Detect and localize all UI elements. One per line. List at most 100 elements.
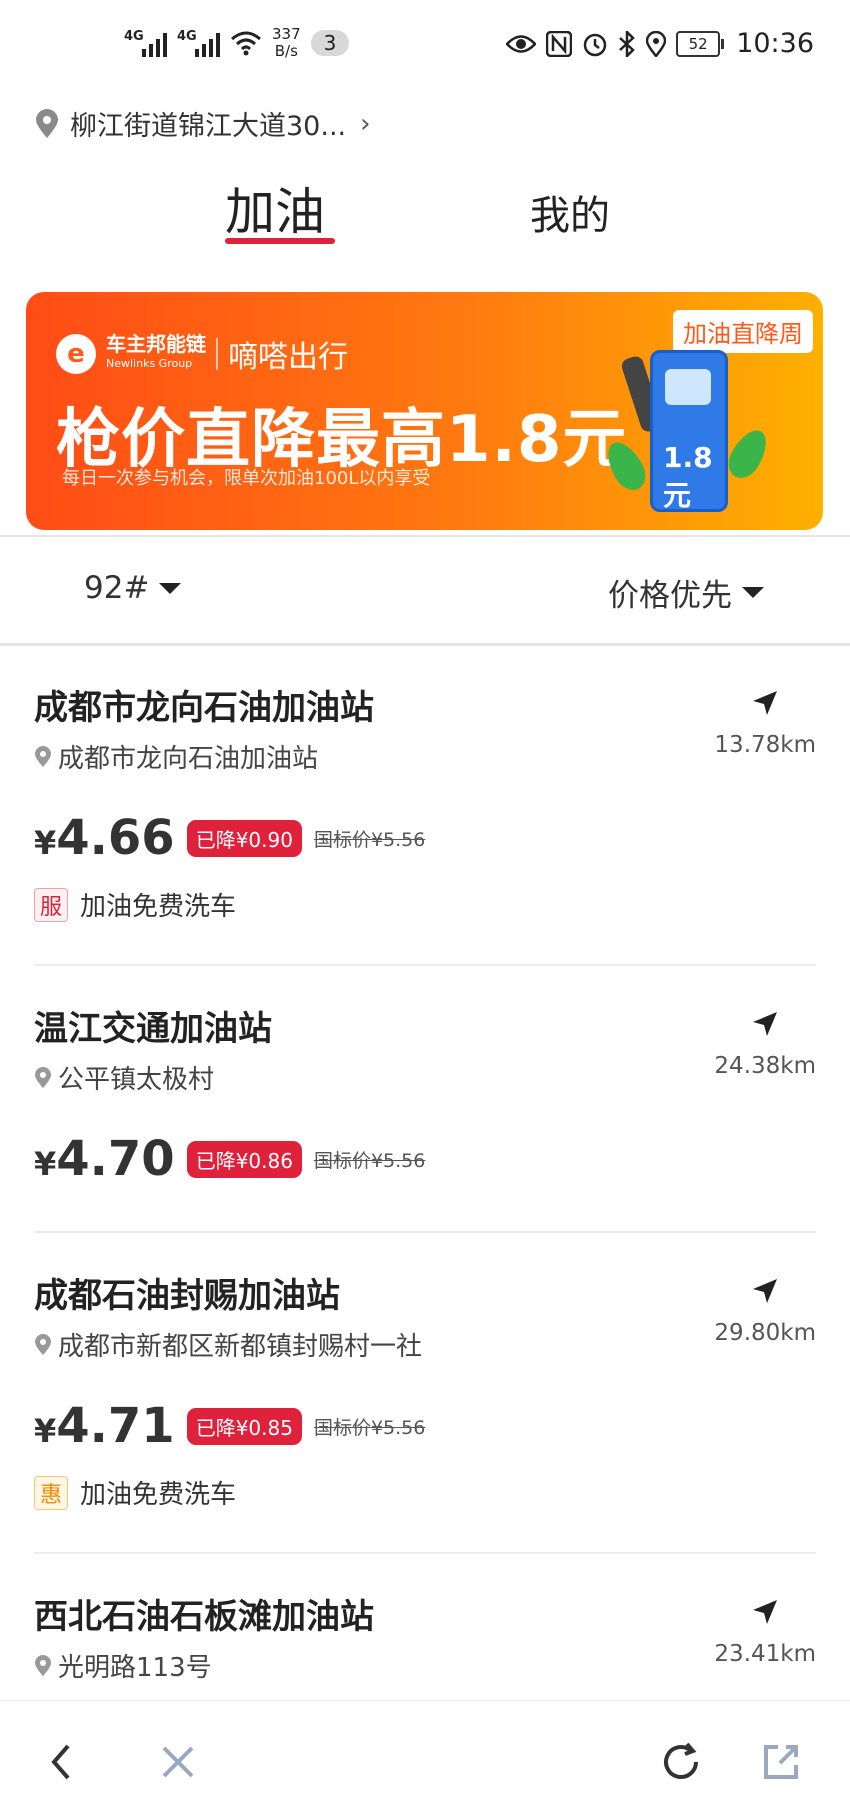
address-text: 成都市龙向石油加油站 (58, 744, 319, 774)
standard-price: 国标价¥5.56 (313, 1416, 426, 1439)
network-type: 4G (124, 29, 144, 44)
divider (0, 643, 850, 646)
caret-down-icon (742, 587, 764, 598)
sort-label: 价格优先 (608, 578, 732, 614)
station-perk: 服 加油免费洗车 (34, 886, 236, 923)
price-value: 4.66 (56, 810, 175, 866)
perk-text: 加油免费洗车 (80, 892, 237, 922)
navigation-arrow-icon[interactable] (750, 1009, 780, 1039)
tab-fuel[interactable]: 加油 (225, 172, 325, 244)
station-name: 温江交通加油站 (34, 1009, 272, 1049)
location-icon (646, 30, 667, 57)
close-icon (162, 1746, 194, 1778)
discount-badge: 已降¥0.90 (186, 819, 302, 857)
share-button[interactable] (756, 1737, 806, 1787)
nfc-icon (546, 30, 573, 57)
status-left: 4G 4G 337 B/s 3 (124, 25, 350, 60)
station-price: ¥4.66 (34, 810, 175, 866)
location-pin-icon (36, 108, 58, 138)
address-pin-icon (35, 1333, 51, 1355)
clock: 10:36 (736, 28, 814, 59)
standard-price: 国标价¥5.56 (313, 828, 426, 851)
sort-filter[interactable]: 价格优先 (608, 570, 764, 615)
network-type-2: 4G (177, 29, 197, 44)
active-tab-indicator (225, 238, 335, 244)
service-badge: 服 (34, 887, 68, 922)
brand-logo: e (56, 334, 96, 374)
fuel-type-filter[interactable]: 92# (84, 570, 182, 606)
price-row: ¥4.70 已降¥0.86 国标价¥5.56 (34, 1131, 425, 1187)
banner-tag: 加油直降周 (673, 310, 813, 353)
station-card[interactable]: 温江交通加油站 公平镇太极村 24.38km ¥4.70 已降¥0.86 国标价… (34, 1001, 816, 1211)
fuel-type-label: 92# (84, 570, 150, 606)
wifi-icon (231, 31, 261, 56)
station-name: 成都石油封赐加油站 (34, 1276, 340, 1316)
promo-banner[interactable]: e 车主邦能链 Newlinks Group 嘀嗒出行 枪价直降最高1.8元 每… (26, 292, 823, 530)
discount-perk-badge: 惠 (34, 1475, 68, 1510)
station-name: 西北石油石板滩加油站 (34, 1597, 374, 1637)
back-button[interactable] (36, 1737, 86, 1787)
navigation-arrow-icon[interactable] (750, 1276, 780, 1306)
speed-value: 337 (272, 25, 301, 43)
status-bar: 4G 4G 337 B/s 3 52 10:36 (0, 0, 850, 96)
address-text: 成都市新都区新都镇封赐村一社 (58, 1332, 423, 1362)
station-card[interactable]: 成都石油封赐加油站 成都市新都区新都镇封赐村一社 29.80km ¥4.71 已… (34, 1268, 816, 1538)
browser-bottom-bar (0, 1700, 850, 1819)
station-address: 光明路113号 (34, 1647, 212, 1684)
currency-symbol: ¥ (34, 824, 57, 862)
station-distance: 13.78km (714, 732, 816, 758)
currency-symbol: ¥ (34, 1412, 57, 1450)
signal-icon: 4G (124, 29, 167, 57)
divider (34, 964, 816, 966)
chevron-left-icon (51, 1744, 70, 1780)
address-pin-icon (35, 1066, 51, 1088)
station-address: 公平镇太极村 (34, 1059, 214, 1096)
refresh-icon (664, 1742, 698, 1779)
close-button[interactable] (153, 1737, 203, 1787)
divider (34, 1231, 816, 1233)
discount-badge: 已降¥0.86 (186, 1140, 302, 1178)
station-price: ¥4.70 (34, 1131, 175, 1187)
banner-brand: e 车主邦能链 Newlinks Group 嘀嗒出行 (56, 332, 348, 376)
station-card[interactable]: 西北石油石板滩加油站 光明路113号 23.41km (34, 1589, 816, 1689)
address-pin-icon (35, 745, 51, 767)
partner-name: 嘀嗒出行 (228, 340, 348, 375)
perk-text: 加油免费洗车 (80, 1480, 237, 1510)
alarm-icon (583, 33, 607, 56)
brand-name-en: Newlinks Group (106, 357, 193, 370)
station-address: 成都市龙向石油加油站 (34, 738, 318, 775)
station-price: ¥4.71 (34, 1398, 175, 1454)
pump-price: 1.8元 (663, 441, 713, 512)
station-distance: 29.80km (714, 1320, 816, 1346)
discount-badge: 已降¥0.85 (186, 1407, 302, 1445)
station-name: 成都市龙向石油加油站 (34, 688, 374, 728)
price-row: ¥4.66 已降¥0.90 国标价¥5.56 (34, 810, 425, 866)
navigation-arrow-icon[interactable] (750, 688, 780, 718)
station-distance: 24.38km (714, 1053, 816, 1079)
address-text: 光明路113号 (58, 1653, 212, 1683)
fuel-pump-icon: 1.8元 (650, 350, 728, 512)
bluetooth-icon (619, 30, 635, 57)
banner-subtitle: 每日一次参与机会，限单次加油100L以内享受 (62, 468, 431, 489)
battery-icon: 52 (676, 30, 725, 57)
leaf-icon (722, 423, 774, 485)
location-selector[interactable]: 柳江街道锦江大道30... › (34, 104, 371, 143)
chevron-right-icon: › (360, 108, 371, 139)
divider (34, 1552, 816, 1554)
station-distance: 23.41km (714, 1641, 816, 1667)
currency-symbol: ¥ (34, 1145, 57, 1183)
pump-screen (665, 369, 711, 405)
station-address: 成都市新都区新都镇封赐村一社 (34, 1326, 422, 1363)
station-card[interactable]: 成都市龙向石油加油站 成都市龙向石油加油站 13.78km ¥4.66 已降¥0… (34, 680, 816, 950)
brand-name-cn: 车主邦能链 (106, 332, 206, 356)
speed-unit: B/s (274, 42, 298, 60)
brand-divider (216, 338, 218, 370)
standard-price: 国标价¥5.56 (313, 1149, 426, 1172)
tab-mine[interactable]: 我的 (530, 183, 610, 241)
divider (0, 535, 850, 537)
refresh-button[interactable] (656, 1737, 706, 1787)
eye-icon (506, 34, 537, 53)
navigation-arrow-icon[interactable] (750, 1597, 780, 1627)
address-text: 公平镇太极村 (58, 1065, 215, 1095)
brand-name: 车主邦能链 Newlinks Group (106, 334, 206, 374)
